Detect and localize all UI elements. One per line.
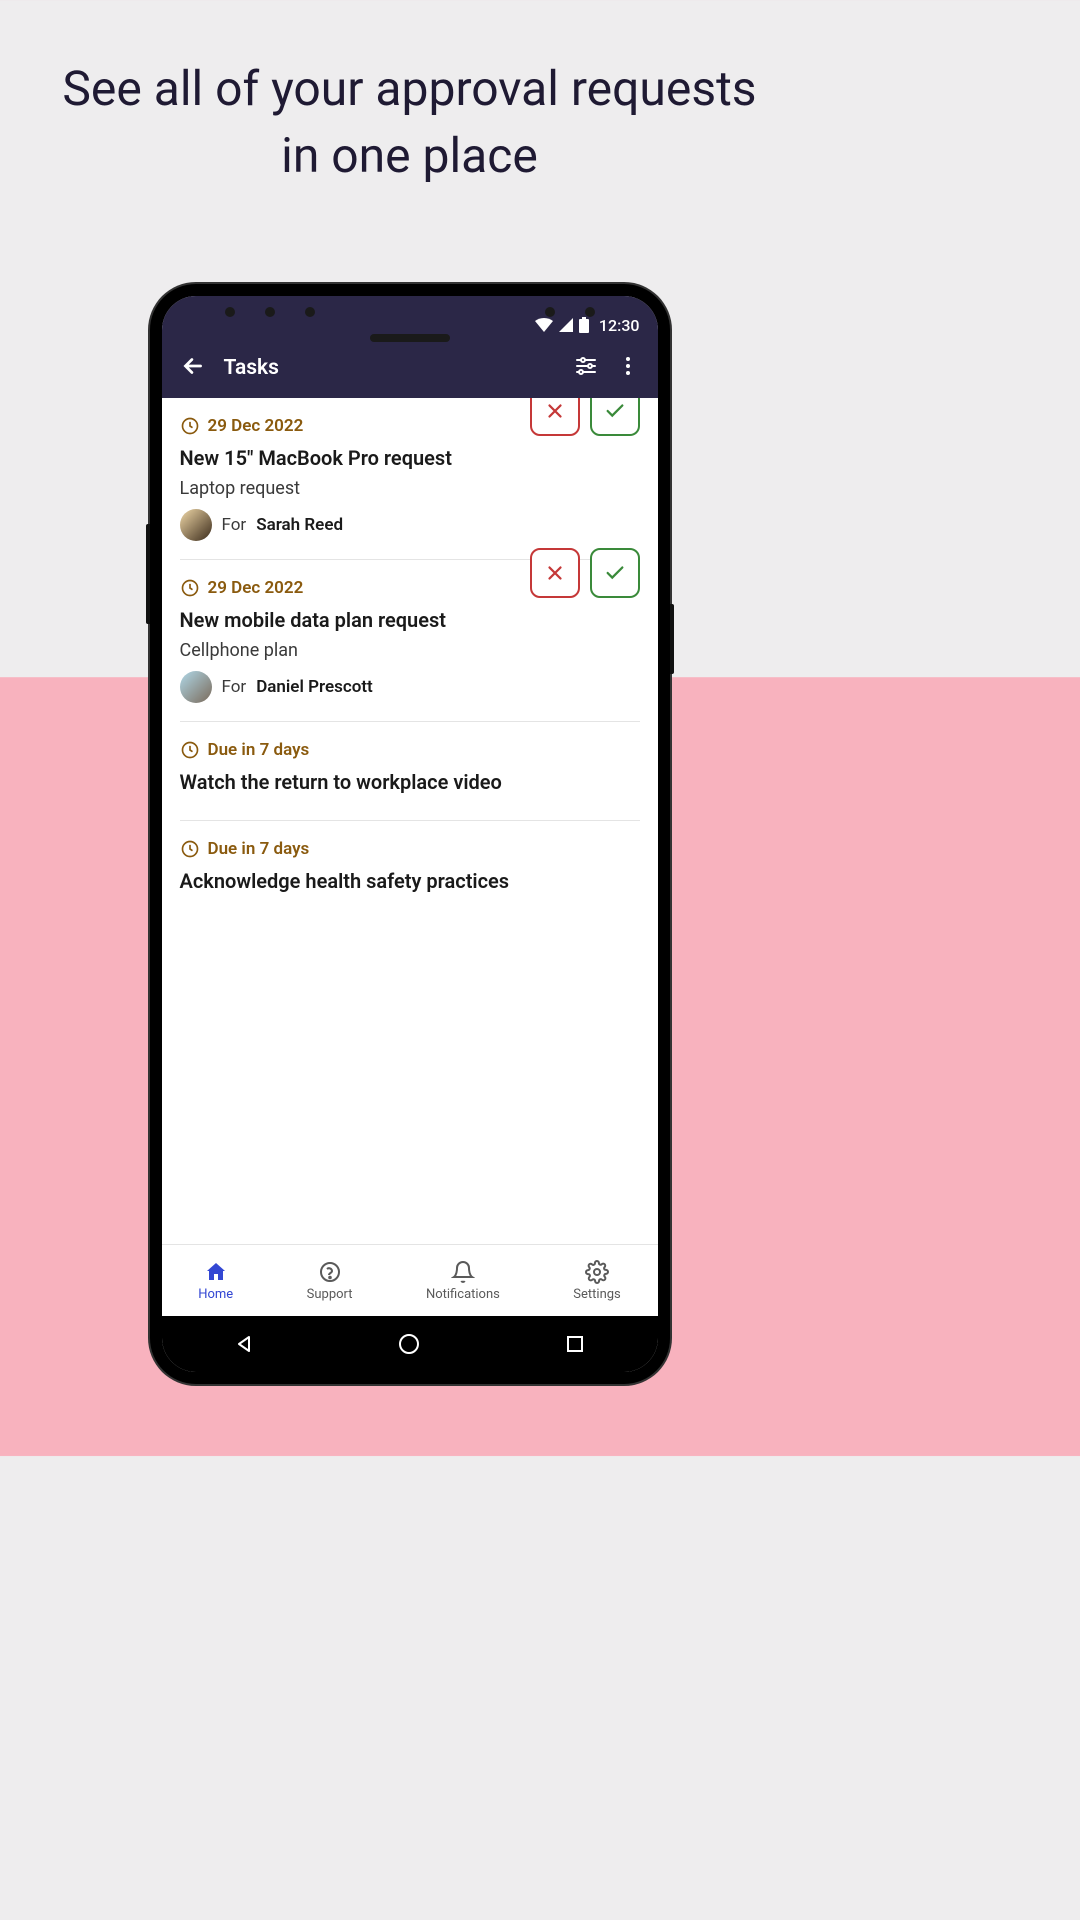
avatar [180,671,212,703]
help-circle-icon [318,1260,342,1284]
nav-settings[interactable]: Settings [573,1260,620,1302]
clock-icon [180,839,200,859]
avatar [180,509,212,541]
task-item[interactable]: 29 Dec 2022 New mobile data plan request… [180,560,640,722]
clock-icon [180,740,200,760]
for-label: For [222,677,247,697]
x-icon [544,400,566,422]
nav-label: Notifications [426,1287,500,1302]
back-button[interactable] [180,353,206,383]
task-date: Due in 7 days [208,839,310,859]
bell-icon [451,1260,475,1284]
person-name: Sarah Reed [256,515,343,535]
task-date: Due in 7 days [208,740,310,760]
approve-button[interactable] [590,398,640,436]
task-list[interactable]: 29 Dec 2022 New 15" MacBook Pro request … [162,398,658,1244]
person-name: Daniel Prescott [256,677,373,697]
task-title: Watch the return to workplace video [180,770,640,794]
page-title: Tasks [224,356,556,380]
cellular-icon [559,318,573,332]
android-system-nav [162,1316,658,1372]
arrow-left-icon [180,353,206,379]
clock-icon [180,578,200,598]
task-item[interactable]: 29 Dec 2022 New 15" MacBook Pro request … [180,398,640,560]
nav-home[interactable]: Home [198,1260,233,1302]
approve-button[interactable] [590,548,640,598]
status-time: 12:30 [599,316,640,335]
task-subtitle: Laptop request [180,478,520,499]
check-icon [604,400,626,422]
filter-button[interactable] [574,354,598,382]
android-back-button[interactable] [230,1330,258,1358]
android-home-button[interactable] [395,1330,423,1358]
overflow-menu-button[interactable] [616,354,640,382]
marketing-headline: See all of your approval requests in one… [0,0,819,189]
more-vertical-icon [616,354,640,378]
circle-home-icon [398,1333,420,1355]
android-recents-button[interactable] [561,1330,589,1358]
task-item[interactable]: Due in 7 days Acknowledge health safety … [180,821,640,919]
nav-label: Settings [573,1287,620,1302]
battery-icon [579,317,589,333]
nav-notifications[interactable]: Notifications [426,1260,500,1302]
sliders-icon [574,354,598,378]
nav-label: Support [307,1287,353,1302]
triangle-back-icon [234,1334,254,1354]
check-icon [604,562,626,584]
task-title: New 15" MacBook Pro request [180,446,520,470]
nav-support[interactable]: Support [307,1260,353,1302]
task-title: Acknowledge health safety practices [180,869,640,893]
clock-icon [180,416,200,436]
reject-button[interactable] [530,548,580,598]
home-icon [204,1260,228,1284]
phone-frame: 12:30 Tasks 29 Dec 2022 [150,284,670,1384]
task-title: New mobile data plan request [180,608,520,632]
phone-screen: 12:30 Tasks 29 Dec 2022 [162,296,658,1372]
gear-icon [585,1260,609,1284]
task-date: 29 Dec 2022 [208,578,304,598]
square-recents-icon [566,1335,584,1353]
task-date: 29 Dec 2022 [208,416,304,436]
wifi-icon [535,318,553,332]
task-item[interactable]: Due in 7 days Watch the return to workpl… [180,722,640,821]
task-subtitle: Cellphone plan [180,640,520,661]
app-bar: Tasks [162,338,658,398]
status-bar: 12:30 [162,296,658,338]
x-icon [544,562,566,584]
for-label: For [222,515,247,535]
bottom-nav: Home Support Notifications Settings [162,1244,658,1316]
reject-button[interactable] [530,398,580,436]
nav-label: Home [198,1287,233,1302]
